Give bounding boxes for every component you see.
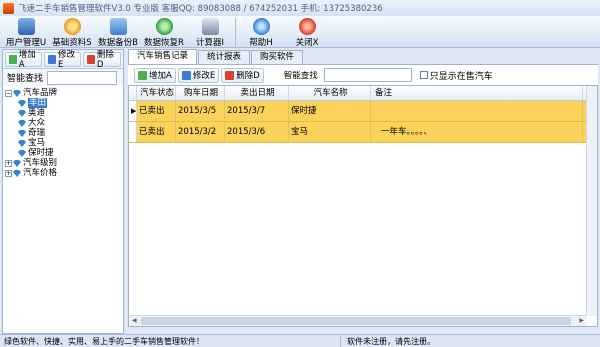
buy-date-cell[interactable]: 2015/3/2	[176, 122, 225, 142]
data-backup-button[interactable]: 数据备份B	[95, 16, 141, 48]
category-pane: 增加A 修改E 删除D 智能查找 − 汽车品牌 丰田 奥迪 大众 奇瑞 宝马 保…	[2, 49, 124, 334]
car-name-cell[interactable]: 保时捷	[289, 101, 371, 121]
help-icon	[252, 18, 270, 35]
close-button[interactable]: 关闭X	[284, 16, 330, 48]
category-toolbar: 增加A 修改E 删除D	[3, 50, 123, 70]
table-row[interactable]: 已卖出 2015/3/2 2015/3/6 宝马 一年车。。。。、	[129, 122, 597, 143]
diamond-icon	[13, 159, 21, 167]
record-search-label: 智能查找	[283, 71, 318, 81]
scroll-right-icon[interactable]: ▶	[579, 317, 584, 324]
record-delete-button[interactable]: 删除D	[221, 67, 264, 83]
column-header[interactable]: 备注	[371, 86, 583, 100]
toolbar-divider	[235, 18, 236, 46]
status-cell[interactable]: 已卖出	[137, 101, 176, 121]
diamond-icon	[18, 149, 26, 157]
add-icon	[9, 54, 17, 64]
tree-item-brand[interactable]: − 汽车品牌	[5, 88, 123, 98]
tree-item-child[interactable]: 宝马	[5, 138, 123, 148]
tree-item-child[interactable]: 奥迪	[5, 108, 123, 118]
edit-icon	[181, 70, 191, 80]
delete-icon	[225, 70, 235, 80]
diamond-icon	[18, 119, 26, 127]
table-row[interactable]: ▶ 已卖出 2015/3/5 2015/3/7 保时捷	[129, 101, 597, 122]
collapse-icon[interactable]: −	[5, 89, 12, 97]
records-toolbar: 增加A 修改E 删除D 智能查找 只显示在售汽车	[128, 64, 598, 85]
diamond-icon	[13, 169, 21, 177]
column-header[interactable]: 购车日期	[176, 86, 225, 100]
calculator-icon	[201, 18, 219, 35]
tab-statistics[interactable]: 统计报表	[198, 50, 251, 64]
tree-item-child[interactable]: 保时捷	[5, 148, 123, 158]
tree-item-level[interactable]: + 汽车级别	[5, 158, 123, 168]
note-cell[interactable]: 一年车。。。。、	[371, 122, 583, 142]
expand-icon[interactable]: +	[5, 159, 12, 167]
records-pane: 汽车销售记录 统计报表 购买软件 增加A 修改E 删除D 智能查找 只显示在售汽…	[128, 49, 598, 334]
records-tabs: 汽车销售记录 统计报表 购买软件	[128, 49, 598, 64]
diamond-icon	[18, 139, 26, 147]
data-restore-button[interactable]: 数据恢复R	[141, 16, 187, 48]
tree-item-child[interactable]: 奇瑞	[5, 128, 123, 138]
status-bar: 绿色软件、快捷、实用、易上手的二手车销售管理软件！ 软件未注册，请先注册。	[0, 334, 600, 347]
diamond-icon	[18, 109, 26, 117]
diamond-icon	[18, 129, 26, 137]
category-edit-button[interactable]: 修改E	[44, 50, 82, 70]
tree-item-price[interactable]: + 汽车价格	[5, 168, 123, 178]
category-tree: − 汽车品牌 丰田 奥迪 大众 奇瑞 宝马 保时捷 + 汽车级别 + 汽车价格	[3, 86, 123, 178]
category-add-button[interactable]: 增加A	[5, 50, 43, 70]
expand-icon[interactable]: +	[5, 169, 12, 177]
calculator-button[interactable]: 计算器I	[187, 16, 233, 48]
record-edit-button[interactable]: 修改E	[177, 67, 220, 83]
buy-date-cell[interactable]: 2015/3/5	[176, 101, 225, 121]
car-name-cell[interactable]: 宝马	[289, 122, 371, 142]
column-header[interactable]: 汽车名称	[289, 86, 371, 100]
main-toolbar: 用户管理U 基础资料S 数据备份B 数据恢复R 计算器I 帮助H 关闭X	[0, 16, 600, 48]
tree-item-child[interactable]: 丰田	[5, 98, 123, 108]
diamond-icon	[13, 89, 21, 97]
row-marker-header	[129, 86, 137, 100]
delete-icon	[87, 54, 95, 64]
users-icon	[17, 18, 35, 35]
category-search-input[interactable]	[47, 70, 118, 85]
vertical-scrollbar[interactable]	[586, 86, 597, 316]
user-management-button[interactable]: 用户管理U	[3, 16, 49, 48]
sell-date-cell[interactable]: 2015/3/6	[225, 122, 289, 142]
tree-item-child[interactable]: 大众	[5, 118, 123, 128]
record-add-button[interactable]: 增加A	[134, 67, 176, 83]
sell-date-cell[interactable]: 2015/3/7	[225, 101, 289, 121]
category-search-row: 智能查找	[3, 69, 123, 86]
row-marker	[129, 122, 137, 142]
only-sale-label: 只显示在售汽车	[429, 71, 493, 82]
status-registration: 软件未注册，请先注册。	[340, 335, 600, 347]
sales-grid: 汽车状态 购车日期 卖出日期 汽车名称 备注 ▶ 已卖出 2015/3/5 20…	[128, 85, 598, 327]
edit-icon	[48, 54, 56, 64]
close-icon	[298, 18, 316, 35]
status-slogan: 绿色软件、快捷、实用、易上手的二手车销售管理软件！	[4, 336, 204, 346]
status-cell[interactable]: 已卖出	[137, 122, 176, 142]
scrollbar-thumb[interactable]	[141, 317, 571, 325]
title-bar: 飞速二手车销售管理软件V3.0 专业版 客服QQ: 89083088 / 674…	[0, 0, 600, 16]
current-row-indicator-icon: ▶	[129, 101, 137, 121]
column-header[interactable]: 卖出日期	[225, 86, 289, 100]
only-sale-checkbox[interactable]	[419, 71, 428, 79]
tab-buy-software[interactable]: 购买软件	[251, 50, 304, 64]
app-logo-icon	[3, 2, 14, 14]
category-search-label: 智能查找	[7, 74, 44, 84]
column-header[interactable]: 汽车状态	[137, 86, 176, 100]
gear-icon	[63, 18, 81, 35]
record-search-input[interactable]	[323, 68, 412, 82]
refresh-icon	[155, 18, 173, 35]
grid-header: 汽车状态 购车日期 卖出日期 汽车名称 备注	[129, 86, 597, 101]
tab-sales-records[interactable]: 汽车销售记录	[128, 49, 198, 64]
horizontal-scrollbar[interactable]: ◀ ▶	[129, 315, 587, 326]
help-button[interactable]: 帮助H	[238, 16, 284, 48]
basic-data-button[interactable]: 基础资料S	[49, 16, 95, 48]
window-title: 飞速二手车销售管理软件V3.0 专业版 客服QQ: 89083088 / 674…	[18, 4, 383, 14]
database-backup-icon	[109, 18, 127, 35]
diamond-icon	[18, 99, 26, 107]
add-icon	[138, 70, 147, 80]
scroll-left-icon[interactable]: ◀	[132, 317, 137, 324]
note-cell[interactable]	[371, 101, 583, 121]
category-delete-button[interactable]: 删除D	[83, 50, 121, 70]
